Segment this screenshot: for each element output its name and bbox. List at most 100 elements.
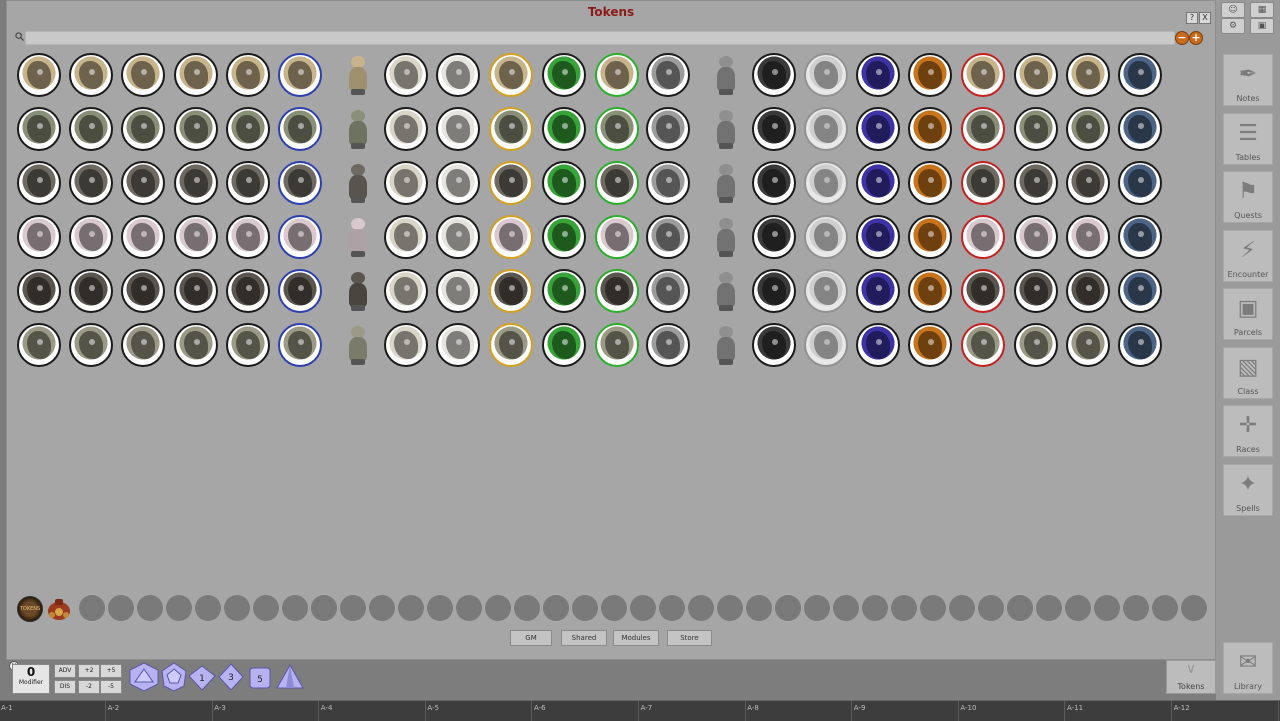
token-dragon-horse[interactable] — [908, 323, 952, 367]
token-figure-helm[interactable] — [341, 53, 375, 97]
tab-shared[interactable]: Shared — [561, 630, 607, 646]
token-ogre[interactable] — [174, 161, 218, 205]
token-ogre[interactable] — [17, 161, 61, 205]
d8-die-icon[interactable]: 3 — [218, 663, 244, 691]
tray-slot[interactable] — [253, 595, 279, 621]
token-lizardfolk[interactable] — [69, 107, 113, 151]
tray-slot[interactable] — [862, 595, 888, 621]
token-lizardfolk[interactable] — [226, 107, 270, 151]
token-lizardfolk[interactable] — [17, 107, 61, 151]
token-elf-woman[interactable] — [278, 215, 322, 259]
token-dragon-horse[interactable] — [1118, 323, 1162, 367]
token-dragon-horse[interactable] — [121, 323, 165, 367]
d12-die-icon[interactable] — [160, 662, 188, 692]
token-figure-lizardfolk[interactable] — [709, 107, 743, 151]
tray-slot[interactable] — [369, 595, 395, 621]
token-helm[interactable] — [174, 53, 218, 97]
token-hooded-rat[interactable] — [908, 269, 952, 313]
tray-slot[interactable] — [398, 595, 424, 621]
token-elf-woman[interactable] — [542, 215, 586, 259]
token-lizardfolk[interactable] — [1118, 107, 1162, 151]
token-hooded-rat[interactable] — [226, 269, 270, 313]
d4-die-icon[interactable] — [276, 664, 304, 690]
screenshot-icon[interactable]: ▣ — [1250, 18, 1274, 34]
token-dragon-horse[interactable] — [174, 323, 218, 367]
token-dragon-horse[interactable] — [646, 323, 690, 367]
token-hooded-rat[interactable] — [1014, 269, 1058, 313]
tray-slot[interactable] — [920, 595, 946, 621]
token-ogre[interactable] — [1066, 161, 1110, 205]
token-dragon-horse[interactable] — [17, 323, 61, 367]
sidebar-item-encounter[interactable]: ⚡ Encounter — [1223, 230, 1273, 282]
token-hooded-rat[interactable] — [278, 269, 322, 313]
token-hooded-rat[interactable] — [17, 269, 61, 313]
tray-slot[interactable] — [804, 595, 830, 621]
token-ogre[interactable] — [908, 161, 952, 205]
tray-slot[interactable] — [891, 595, 917, 621]
sidebar-item-class[interactable]: ▧ Class — [1223, 347, 1273, 399]
token-helm[interactable] — [856, 53, 900, 97]
hotkey-slot[interactable]: A-9 — [853, 701, 959, 721]
tray-slot[interactable] — [543, 595, 569, 621]
token-hooded-rat[interactable] — [1066, 269, 1110, 313]
d6-die-icon[interactable]: 5 — [248, 666, 272, 690]
token-ogre[interactable] — [856, 161, 900, 205]
token-ogre[interactable] — [542, 161, 586, 205]
token-dragon-horse[interactable] — [384, 323, 428, 367]
dis-button[interactable]: DIS — [54, 680, 76, 694]
token-hooded-rat[interactable] — [595, 269, 639, 313]
token-dragon-horse[interactable] — [752, 323, 796, 367]
players-icon[interactable]: ☺ — [1221, 2, 1245, 18]
token-lizardfolk[interactable] — [961, 107, 1005, 151]
token-dragon-horse[interactable] — [856, 323, 900, 367]
tray-slot[interactable] — [514, 595, 540, 621]
token-ogre[interactable] — [646, 161, 690, 205]
d10-die-icon[interactable]: 1 — [188, 665, 216, 691]
token-figure-elf-woman[interactable] — [709, 215, 743, 259]
zoom-out-button[interactable]: − — [1175, 31, 1189, 45]
token-lizardfolk[interactable] — [384, 107, 428, 151]
tray-slot[interactable] — [108, 595, 134, 621]
token-dragon-horse[interactable] — [436, 323, 480, 367]
token-lizardfolk[interactable] — [278, 107, 322, 151]
token-ogre[interactable] — [1014, 161, 1058, 205]
token-figure-dragon-horse[interactable] — [709, 323, 743, 367]
token-helm[interactable] — [804, 53, 848, 97]
token-helm[interactable] — [1066, 53, 1110, 97]
tray-slot[interactable] — [746, 595, 772, 621]
token-elf-woman[interactable] — [961, 215, 1005, 259]
tab-gm[interactable]: GM — [510, 630, 552, 646]
tray-slot[interactable] — [572, 595, 598, 621]
tray-slot[interactable] — [1123, 595, 1149, 621]
hotkey-slot[interactable]: A-3 — [213, 701, 320, 721]
token-helm[interactable] — [752, 53, 796, 97]
token-lizardfolk[interactable] — [1066, 107, 1110, 151]
minus2-button[interactable]: -2 — [78, 680, 100, 694]
title-bar[interactable]: Tokens — [7, 1, 1215, 21]
token-elf-woman[interactable] — [121, 215, 165, 259]
token-ogre[interactable] — [384, 161, 428, 205]
token-helm[interactable] — [384, 53, 428, 97]
token-hooded-rat[interactable] — [174, 269, 218, 313]
token-elf-woman[interactable] — [856, 215, 900, 259]
sidebar-item-parcels[interactable]: ▣ Parcels — [1223, 288, 1273, 340]
token-dragon-horse[interactable] — [278, 323, 322, 367]
token-elf-woman[interactable] — [174, 215, 218, 259]
tray-slot[interactable] — [456, 595, 482, 621]
sidebar-item-library[interactable]: ✉ Library — [1223, 642, 1273, 694]
token-figure-dragon-horse[interactable] — [341, 323, 375, 367]
sidebar-item-notes[interactable]: ✒ Notes — [1223, 54, 1273, 106]
token-elf-woman[interactable] — [595, 215, 639, 259]
token-elf-woman[interactable] — [489, 215, 533, 259]
tray-slot[interactable] — [137, 595, 163, 621]
token-helm[interactable] — [908, 53, 952, 97]
token-lizardfolk[interactable] — [752, 107, 796, 151]
token-elf-woman[interactable] — [1014, 215, 1058, 259]
tray-slot[interactable] — [1152, 595, 1178, 621]
token-hooded-rat[interactable] — [804, 269, 848, 313]
token-lizardfolk[interactable] — [908, 107, 952, 151]
token-ogre[interactable] — [804, 161, 848, 205]
tray-slot[interactable] — [1181, 595, 1207, 621]
token-dragon-horse[interactable] — [542, 323, 586, 367]
token-dragon-horse[interactable] — [804, 323, 848, 367]
